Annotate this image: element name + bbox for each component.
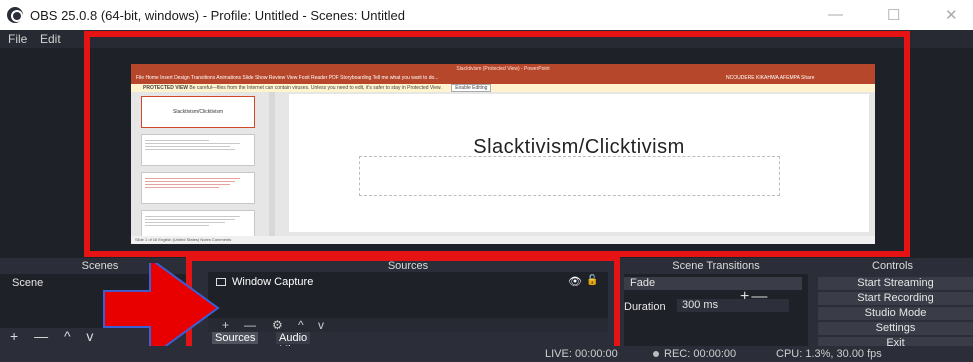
obs-logo-icon: [7, 7, 23, 23]
rec-time: REC: 00:00:00: [653, 348, 736, 360]
duration-label: Duration: [624, 301, 666, 313]
transitions-header: Scene Transitions: [624, 258, 808, 274]
cpu-fps: CPU: 1.3%, 30.00 fps: [776, 348, 882, 360]
menu-edit[interactable]: Edit: [40, 32, 61, 46]
live-time: LIVE: 00:00:00: [545, 348, 618, 360]
start-streaming-button[interactable]: Start Streaming: [818, 277, 973, 290]
scene-item[interactable]: Scene: [12, 277, 43, 289]
settings-button[interactable]: Settings: [818, 322, 973, 335]
duration-input[interactable]: 300 ms: [677, 299, 789, 312]
title-bar: OBS 25.0.8 (64-bit, windows) - Profile: …: [0, 0, 973, 30]
controls-header: Controls: [812, 258, 973, 274]
sources-highlight-box: [186, 255, 620, 355]
status-bar: LIVE: 00:00:00 REC: 00:00:00 CPU: 1.3%, …: [0, 346, 973, 362]
preview-highlight-box: [84, 31, 910, 257]
studio-mode-button[interactable]: Studio Mode: [818, 307, 973, 320]
menu-file[interactable]: File: [8, 32, 27, 46]
maximize-button[interactable]: ☐: [887, 6, 900, 24]
close-button[interactable]: ✕: [945, 6, 958, 24]
start-recording-button[interactable]: Start Recording: [818, 292, 973, 305]
minimize-button[interactable]: —: [828, 6, 843, 23]
transition-select[interactable]: Fade: [624, 277, 802, 290]
window-title: OBS 25.0.8 (64-bit, windows) - Profile: …: [30, 8, 405, 23]
rec-indicator-icon: [653, 351, 659, 358]
